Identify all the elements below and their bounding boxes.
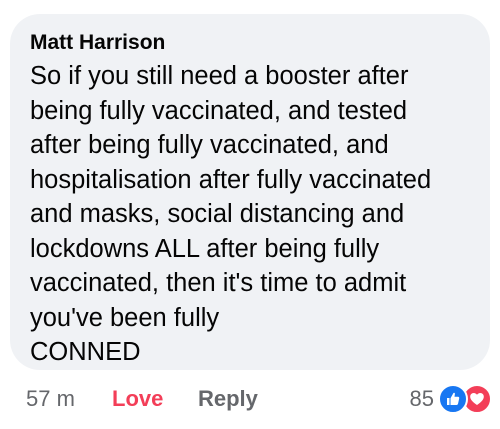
comment-timestamp[interactable]: 57 m — [26, 386, 112, 412]
like-icon — [438, 384, 468, 414]
comment-author[interactable]: Matt Harrison — [30, 30, 470, 56]
comment-bubble: Matt Harrison So if you still need a boo… — [10, 14, 490, 370]
reactions-summary[interactable]: 85 — [410, 382, 492, 416]
comment-action-bar: 57 m Love Reply — [26, 382, 258, 416]
love-button[interactable]: Love — [112, 386, 198, 412]
reaction-count: 85 — [409, 386, 434, 411]
comment-text: So if you still need a booster after bei… — [30, 62, 432, 366]
reaction-icons — [438, 384, 492, 414]
reply-button[interactable]: Reply — [198, 386, 258, 412]
